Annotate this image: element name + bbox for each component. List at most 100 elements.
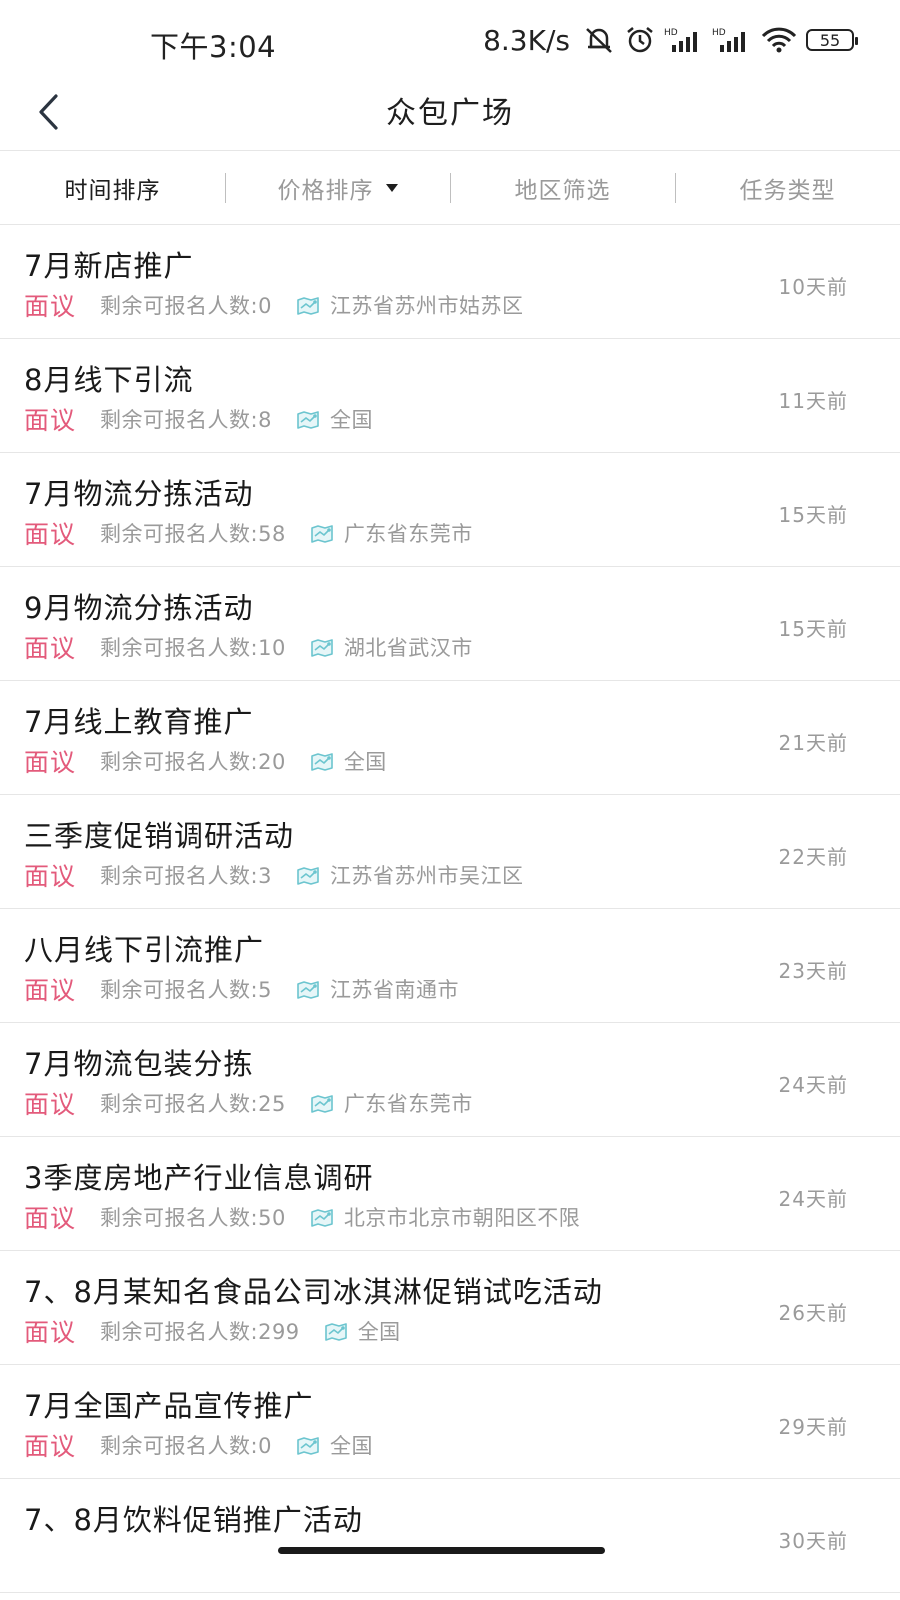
task-price: 面议 xyxy=(24,520,77,549)
filter-price-sort[interactable]: 价格排序 xyxy=(225,151,450,224)
map-icon xyxy=(310,751,336,771)
nav-bar: 众包广场 xyxy=(0,78,900,151)
task-meta: 面议 剩余可报名人数:5 江苏省南通市 xyxy=(24,971,459,1007)
task-meta: 面议 剩余可报名人数:299 全国 xyxy=(24,1313,401,1349)
task-meta: 面议 剩余可报名人数:8 全国 xyxy=(24,401,373,437)
task-row[interactable]: 7月全国产品宣传推广 面议 剩余可报名人数:0 全国 29天前 xyxy=(0,1365,900,1479)
task-posted-time: 21天前 xyxy=(778,731,848,755)
caret-down-icon xyxy=(385,183,398,192)
network-speed: 8.3K/s xyxy=(483,23,570,57)
task-remaining-slots: 剩余可报名人数:3 xyxy=(100,864,272,888)
task-row[interactable]: 7月物流分拣活动 面议 剩余可报名人数:58 广东省东莞市 15天前 xyxy=(0,453,900,567)
task-title: 7月全国产品宣传推广 xyxy=(24,1389,314,1423)
task-row[interactable]: 7月新店推广面议 剩余可报名人数:0 江苏省苏州市姑苏区 10天前 xyxy=(0,225,900,339)
battery-icon: 55 xyxy=(806,29,858,51)
task-meta: 面议 剩余可报名人数:0 江苏省苏州市姑苏区 xyxy=(24,287,523,323)
task-price: 面议 xyxy=(24,634,77,663)
task-row[interactable]: 7、8月某知名食品公司冰淇淋促销试吃活动 面议 剩余可报名人数:299 全国 26天前 xyxy=(0,1251,900,1365)
task-title: 7月新店推广 xyxy=(24,249,194,283)
task-meta: 面议 剩余可报名人数:25 广东省东莞市 xyxy=(24,1085,473,1121)
task-region: 江苏省苏州市吴江区 xyxy=(329,864,524,888)
task-row[interactable]: 八月线下引流推广 面议 剩余可报名人数:5 江苏省南通市 23天前 xyxy=(0,909,900,1023)
task-meta: 面议 剩余可报名人数:20 全国 xyxy=(24,743,387,779)
task-remaining-slots: 剩余可报名人数:5 xyxy=(100,978,272,1002)
task-posted-time: 23天前 xyxy=(778,959,848,983)
task-region: 全国 xyxy=(329,1434,373,1458)
task-title: 三季度促销调研活动 xyxy=(24,819,295,853)
mute-bell-icon xyxy=(586,28,612,53)
task-row[interactable]: 7、8月饮料促销推广活动 30天前 xyxy=(0,1479,900,1593)
task-title: 8月线下引流 xyxy=(24,363,194,397)
task-meta: 面议 剩余可报名人数:58 广东省东莞市 xyxy=(24,515,473,551)
filter-region[interactable]: 地区筛选 xyxy=(450,151,675,224)
task-remaining-slots: 剩余可报名人数:25 xyxy=(100,1092,286,1116)
task-price: 面议 xyxy=(24,862,77,891)
task-posted-time: 30天前 xyxy=(778,1529,848,1553)
map-icon xyxy=(310,523,336,543)
task-remaining-slots: 剩余可报名人数:299 xyxy=(100,1320,300,1344)
map-icon xyxy=(324,1321,350,1341)
task-remaining-slots: 剩余可报名人数:10 xyxy=(100,636,286,660)
filter-label: 时间排序 xyxy=(64,177,161,204)
task-posted-time: 24天前 xyxy=(778,1187,848,1211)
task-title: 7、8月某知名食品公司冰淇淋促销试吃活动 xyxy=(24,1275,603,1309)
map-icon xyxy=(310,1207,336,1227)
task-row[interactable]: 9月物流分拣活动面议 剩余可报名人数:10 湖北省武汉市 15天前 xyxy=(0,567,900,681)
status-icons: 8.3K/s HD HD 55 xyxy=(483,22,858,58)
filter-label: 地区筛选 xyxy=(514,177,611,204)
filter-label: 价格排序 xyxy=(277,177,374,204)
status-bar: 下午3:04 8.3K/s HD HD 55 xyxy=(0,0,900,78)
task-price: 面议 xyxy=(24,748,77,777)
task-region: 北京市北京市朝阳区不限 xyxy=(343,1206,581,1230)
task-meta: 面议 剩余可报名人数:0 全国 xyxy=(24,1427,373,1463)
svg-text:HD: HD xyxy=(712,28,726,38)
task-posted-time: 11天前 xyxy=(778,389,848,413)
home-indicator[interactable] xyxy=(278,1547,605,1554)
filter-time-sort[interactable]: 时间排序 xyxy=(0,151,225,224)
task-price: 面议 xyxy=(24,1090,77,1119)
task-region: 广东省东莞市 xyxy=(343,1092,473,1116)
map-icon xyxy=(296,865,322,885)
task-remaining-slots: 剩余可报名人数:8 xyxy=(100,408,272,432)
task-remaining-slots: 剩余可报名人数:20 xyxy=(100,750,286,774)
task-price: 面议 xyxy=(24,1204,77,1233)
alarm-icon xyxy=(627,27,653,53)
task-row[interactable]: 7月物流包装分拣 面议 剩余可报名人数:25 广东省东莞市 24天前 xyxy=(0,1023,900,1137)
svg-text:HD: HD xyxy=(664,28,678,38)
task-meta: 面议 剩余可报名人数:10 湖北省武汉市 xyxy=(24,629,473,665)
task-title: 7、8月饮料促销推广活动 xyxy=(24,1503,363,1537)
task-price: 面议 xyxy=(24,292,77,321)
task-title: 3季度房地产行业信息调研 xyxy=(24,1161,374,1195)
task-posted-time: 24天前 xyxy=(778,1073,848,1097)
filter-label: 任务类型 xyxy=(739,177,836,204)
map-icon xyxy=(296,409,322,429)
task-title: 八月线下引流推广 xyxy=(24,933,265,967)
task-region: 全国 xyxy=(357,1320,401,1344)
task-row[interactable]: 8月线下引流 面议 剩余可报名人数:8 全国 11天前 xyxy=(0,339,900,453)
task-meta: 面议 剩余可报名人数:50 北京市北京市朝阳区不限 xyxy=(24,1199,580,1235)
page-title: 众包广场 xyxy=(386,96,514,131)
task-posted-time: 10天前 xyxy=(778,275,848,299)
map-icon xyxy=(310,1093,336,1113)
task-posted-time: 26天前 xyxy=(778,1301,848,1325)
map-icon xyxy=(296,979,322,999)
task-row[interactable]: 7月线上教育推广 面议 剩余可报名人数:20 全国 21天前 xyxy=(0,681,900,795)
map-icon xyxy=(296,1435,322,1455)
map-icon xyxy=(296,295,322,315)
task-title: 7月物流分拣活动 xyxy=(24,477,254,511)
task-row[interactable]: 三季度促销调研活动 面议 剩余可报名人数:3 江苏省苏州市吴江区 22天前 xyxy=(0,795,900,909)
task-region: 湖北省武汉市 xyxy=(343,636,473,660)
task-region: 江苏省苏州市姑苏区 xyxy=(329,294,524,318)
task-row[interactable]: 3季度房地产行业信息调研面议 剩余可报名人数:50 北京市北京市朝阳区不限 24天前 xyxy=(0,1137,900,1251)
task-region: 全国 xyxy=(329,408,373,432)
filter-task-type[interactable]: 任务类型 xyxy=(675,151,900,224)
task-remaining-slots: 剩余可报名人数:0 xyxy=(100,1434,272,1458)
task-meta: 面议 剩余可报名人数:3 江苏省苏州市吴江区 xyxy=(24,857,523,893)
task-title: 9月物流分拣活动 xyxy=(24,591,254,625)
task-region: 全国 xyxy=(343,750,387,774)
task-region: 江苏省南通市 xyxy=(329,978,459,1002)
wifi-icon xyxy=(761,27,797,53)
task-posted-time: 15天前 xyxy=(778,617,848,641)
task-remaining-slots: 剩余可报名人数:58 xyxy=(100,522,286,546)
hd-signal-icon: HD xyxy=(712,28,745,52)
